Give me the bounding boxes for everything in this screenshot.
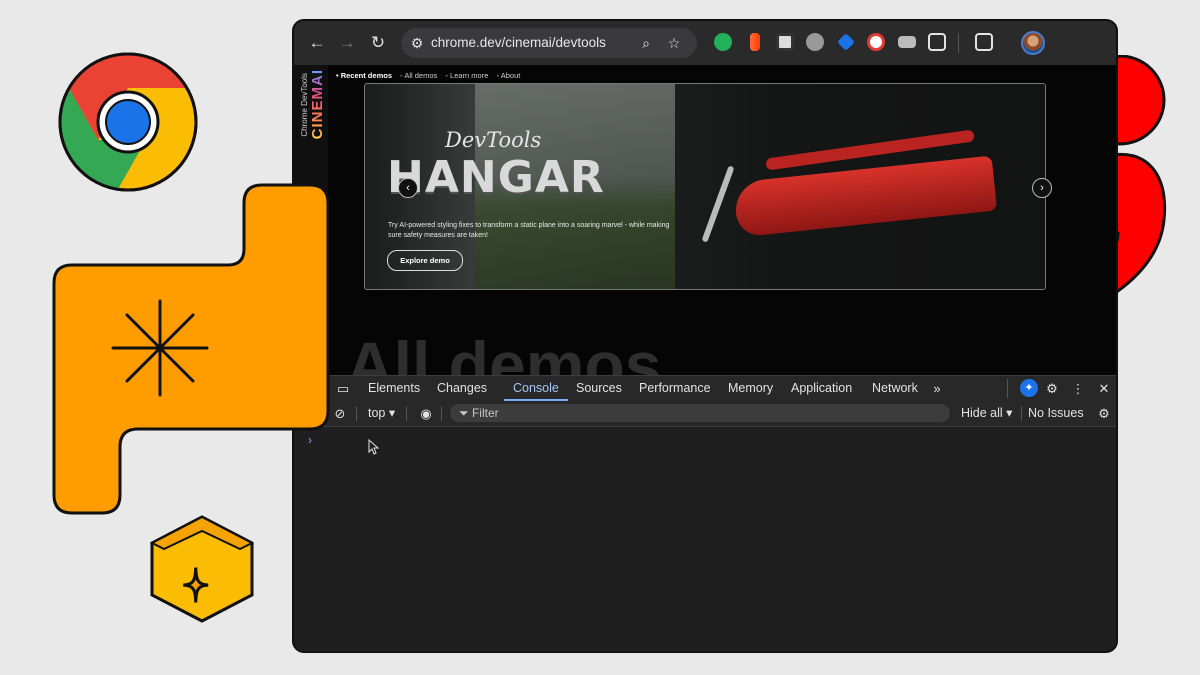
extension-flag-icon[interactable] [750,33,760,51]
all-demos-heading: All demos [346,328,662,375]
context-selector[interactable]: top ▾ [368,401,395,426]
console-divider-3 [441,406,442,421]
tab-console[interactable]: Console [504,376,568,401]
filter-placeholder: Filter [471,406,499,420]
bookmark-star-icon[interactable]: ☆ [660,28,688,58]
profile-avatar[interactable] [1021,31,1045,55]
extension-grammar-icon[interactable] [714,33,732,51]
extension-screen-icon[interactable] [898,36,916,48]
back-button[interactable]: ← [304,30,330,56]
extension-globe-icon[interactable] [806,33,824,51]
tab-search-icon[interactable] [975,33,993,51]
explore-demo-button[interactable]: Explore demo [387,250,463,271]
forward-button[interactable]: → [334,30,360,56]
extensions-puzzle-icon[interactable] [928,33,946,51]
console-filter-input[interactable]: ⏷ Filter [450,404,950,422]
brand-logo[interactable]: CINEMAI [309,69,326,139]
tab-network[interactable]: Network [872,376,918,401]
extension-m-icon[interactable] [776,33,794,51]
reload-button[interactable]: ↻ [365,30,391,56]
plane-propeller [701,165,735,243]
address-bar[interactable]: ⚙ chrome.dev/cinemai/devtools ⌕ ☆ [401,28,697,58]
tab-sources[interactable]: Sources [576,376,622,401]
issues-counter[interactable]: No Issues [1028,401,1084,426]
site-info-icon[interactable]: ⚙ [403,28,431,58]
clear-console-icon[interactable]: ⊘ [329,401,351,426]
tab-application[interactable]: Application [791,376,852,401]
device-toolbar-icon[interactable]: ▭ [332,376,354,401]
log-levels-dropdown[interactable]: Hide all ▾ [961,401,1012,426]
hero-description: Try AI-powered styling fixes to transfor… [388,222,670,239]
filter-funnel-icon: ⏷ [459,406,469,420]
browser-window: ← → ↻ ⚙ chrome.dev/cinemai/devtools ⌕ ☆ … [292,19,1118,653]
console-output[interactable]: › [294,427,1116,651]
tab-performance[interactable]: Performance [639,376,711,401]
page-viewport: Chrome DevTools CINEMAI • Recent demos ◦… [294,65,1116,375]
tab-changes[interactable]: Changes [437,376,487,401]
console-divider [356,406,357,421]
console-toolbar: ⊘ top ▾ ◉ ⏷ Filter Hide all ▾ No Issues … [294,401,1116,427]
browser-toolbar: ← → ↻ ⚙ chrome.dev/cinemai/devtools ⌕ ☆ [294,21,1116,65]
devtools-tabbar: ▭ Elements Changes Console Sources Perfo… [294,375,1116,402]
extension-layers-icon[interactable] [837,33,855,51]
console-settings-icon[interactable]: ⚙ [1093,401,1115,426]
console-divider-2 [406,406,407,421]
settings-gear-icon[interactable]: ⚙ [1041,376,1063,401]
brand-small-label: Chrome DevTools [300,73,309,137]
carousel-prev-button[interactable]: ‹ [398,178,418,198]
carousel-next-button[interactable]: › [1032,178,1052,198]
hex-sparkle-icon [149,515,255,623]
chrome-logo-icon [58,52,198,192]
hero-script-title: DevTools [445,128,542,152]
tabbar-divider [1007,379,1008,398]
console-divider-4 [1021,406,1022,421]
hero-carousel: DevTools HANGAR Try AI-powered styling f… [364,83,1046,290]
puzzle-asterisk-icon [52,183,330,515]
more-options-icon[interactable]: ⋮ [1067,376,1089,401]
ai-assistance-icon[interactable]: ✦ [1020,379,1038,397]
extension-target-icon[interactable] [867,33,885,51]
mouse-cursor-icon [368,439,380,455]
toolbar-divider [958,33,959,53]
close-devtools-icon[interactable]: ✕ [1093,376,1115,401]
zoom-icon[interactable]: ⌕ [632,28,660,58]
tab-memory[interactable]: Memory [728,376,773,401]
live-expression-eye-icon[interactable]: ◉ [415,401,437,426]
hero-title: HANGAR [387,152,605,203]
more-tabs-icon[interactable]: » [926,376,948,401]
url-text: chrome.dev/cinemai/devtools [431,35,606,50]
tab-elements[interactable]: Elements [368,376,420,401]
